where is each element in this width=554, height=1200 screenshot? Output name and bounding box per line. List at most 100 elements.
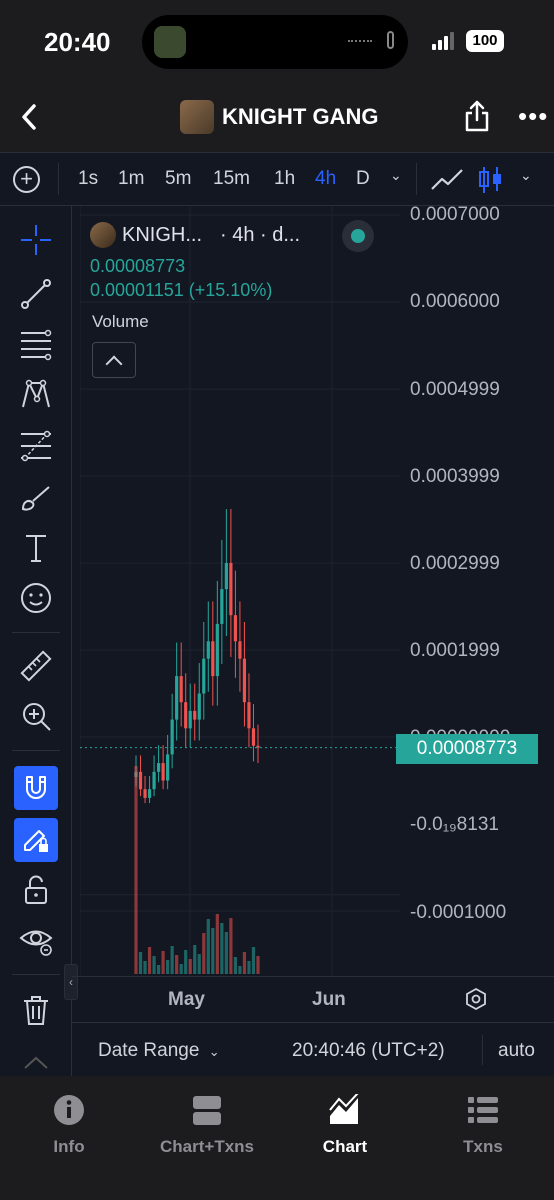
tab-label: Info	[53, 1137, 85, 1156]
unlock-icon[interactable]	[14, 868, 58, 912]
price-axis-label: 0.0002999	[410, 553, 500, 574]
time-axis-label: Jun	[312, 989, 346, 1010]
volume-bar	[247, 961, 251, 974]
candle-body	[156, 763, 161, 772]
candlestick-icon[interactable]	[478, 165, 504, 195]
candle-body	[179, 676, 183, 703]
tab-txns[interactable]: Txns	[418, 1094, 548, 1157]
chart-toolbar: + 1s 1m 5m 15m 1h 4h D ⌄ ⌄	[0, 152, 554, 206]
divider	[12, 632, 60, 633]
brush-icon[interactable]	[14, 476, 58, 520]
candle-body	[138, 771, 143, 790]
price-axis-label: 0.0001999	[410, 640, 500, 661]
back-icon[interactable]	[18, 102, 40, 132]
price-axis-label: 0.0003999	[410, 466, 500, 487]
bottom-tab-bar: Info Chart+Txns Chart Txns	[0, 1076, 554, 1200]
interval-1m[interactable]: 1m	[118, 168, 144, 190]
divider	[12, 750, 60, 751]
text-icon[interactable]	[14, 526, 58, 570]
tab-info[interactable]: Info	[4, 1094, 134, 1157]
magnet-icon[interactable]	[14, 766, 58, 810]
interval-5m[interactable]: 5m	[165, 168, 191, 190]
live-status-icon	[342, 220, 374, 252]
tab-label: Txns	[463, 1137, 503, 1156]
candle-body	[220, 589, 224, 624]
volume-bar	[134, 766, 138, 974]
status-time: 20:40	[44, 27, 111, 57]
volume-bar	[256, 956, 260, 974]
page-title: KNIGHT GANG	[222, 104, 379, 129]
forecast-icon[interactable]	[14, 424, 58, 468]
volume-bar	[215, 914, 219, 974]
volume-bar	[179, 964, 183, 974]
crosshair-icon[interactable]	[14, 218, 58, 262]
candle-body	[206, 641, 210, 659]
volume-bar	[224, 932, 228, 974]
interval-D[interactable]: D	[356, 168, 370, 190]
divider	[416, 163, 417, 195]
tab-chart-txns[interactable]: Chart+Txns	[142, 1094, 272, 1157]
emoji-icon[interactable]	[14, 576, 58, 620]
chart-settings-icon[interactable]	[464, 987, 488, 1011]
date-range-button[interactable]: Date Range ⌄	[98, 1040, 220, 1062]
auto-scale-button[interactable]: auto	[498, 1040, 535, 1062]
date-range-label: Date Range	[98, 1040, 200, 1061]
volume-bar	[152, 956, 156, 974]
txns-icon	[468, 1097, 498, 1123]
chevron-down-icon[interactable]: ⌄	[520, 167, 532, 184]
candle-body	[152, 771, 156, 790]
dynamic-island	[142, 15, 408, 69]
ruler-icon[interactable]	[14, 644, 58, 688]
candle-body	[215, 623, 219, 677]
volume-bar	[220, 923, 224, 974]
interval-1s[interactable]: 1s	[78, 168, 98, 190]
time-axis-label: May	[168, 989, 205, 1010]
title-bar: KNIGHT GANG •••	[0, 86, 554, 152]
interval-4h[interactable]: 4h	[315, 168, 336, 190]
candle-body	[147, 789, 152, 798]
interval-15m[interactable]: 15m	[213, 168, 250, 190]
candle-body	[233, 615, 238, 642]
more-options-icon[interactable]: •••	[518, 103, 548, 129]
add-indicator-button[interactable]: +	[13, 166, 40, 193]
volume-bar	[202, 933, 206, 974]
token-avatar	[180, 100, 214, 134]
chart-legend: KNIGH... · 4h · d...	[90, 222, 300, 248]
candle-body	[247, 702, 251, 729]
visibility-icon[interactable]	[14, 918, 58, 962]
volume-bar	[166, 960, 170, 974]
volume-bar	[156, 965, 161, 974]
candle-body	[166, 754, 170, 781]
time-axis[interactable]: May Jun	[72, 976, 554, 1022]
volume-bar	[184, 950, 188, 974]
signal-icon	[432, 32, 456, 50]
legend-symbol: KNIGH...	[122, 223, 203, 246]
volume-bar	[188, 959, 192, 974]
trash-icon[interactable]	[14, 988, 58, 1032]
chart-txns-icon	[193, 1096, 221, 1125]
range-bar: Date Range ⌄ 20:40:46 (UTC+2) auto	[72, 1022, 554, 1076]
trend-line-icon[interactable]	[14, 272, 58, 316]
chevron-down-icon[interactable]: ⌄	[390, 167, 402, 184]
timezone-clock[interactable]: 20:40:46 (UTC+2)	[292, 1040, 445, 1062]
divider	[482, 1035, 483, 1065]
fib-retracement-icon[interactable]	[14, 322, 58, 366]
volume-bar	[161, 951, 165, 974]
volume-bar	[170, 946, 174, 974]
lock-drawing-icon[interactable]	[14, 818, 58, 862]
price-chart[interactable]	[80, 206, 554, 976]
drawing-toolbar	[0, 206, 72, 1076]
mic-indicator-icon	[387, 31, 394, 49]
collapse-legend-button[interactable]	[92, 342, 136, 378]
chevron-up-icon[interactable]	[14, 1048, 58, 1074]
tab-label: Chart	[322, 1137, 368, 1156]
share-icon[interactable]	[464, 100, 490, 132]
zoom-in-icon[interactable]	[14, 694, 58, 738]
volume-bar	[251, 947, 256, 974]
line-chart-icon[interactable]	[430, 167, 464, 193]
tab-chart[interactable]: Chart	[280, 1092, 410, 1157]
candle-body	[229, 563, 233, 616]
pattern-icon[interactable]	[14, 372, 58, 416]
interval-1h[interactable]: 1h	[274, 168, 295, 190]
chart-area[interactable]: KNIGH... · 4h · d... 0.00008773 0.000011…	[80, 204, 554, 976]
